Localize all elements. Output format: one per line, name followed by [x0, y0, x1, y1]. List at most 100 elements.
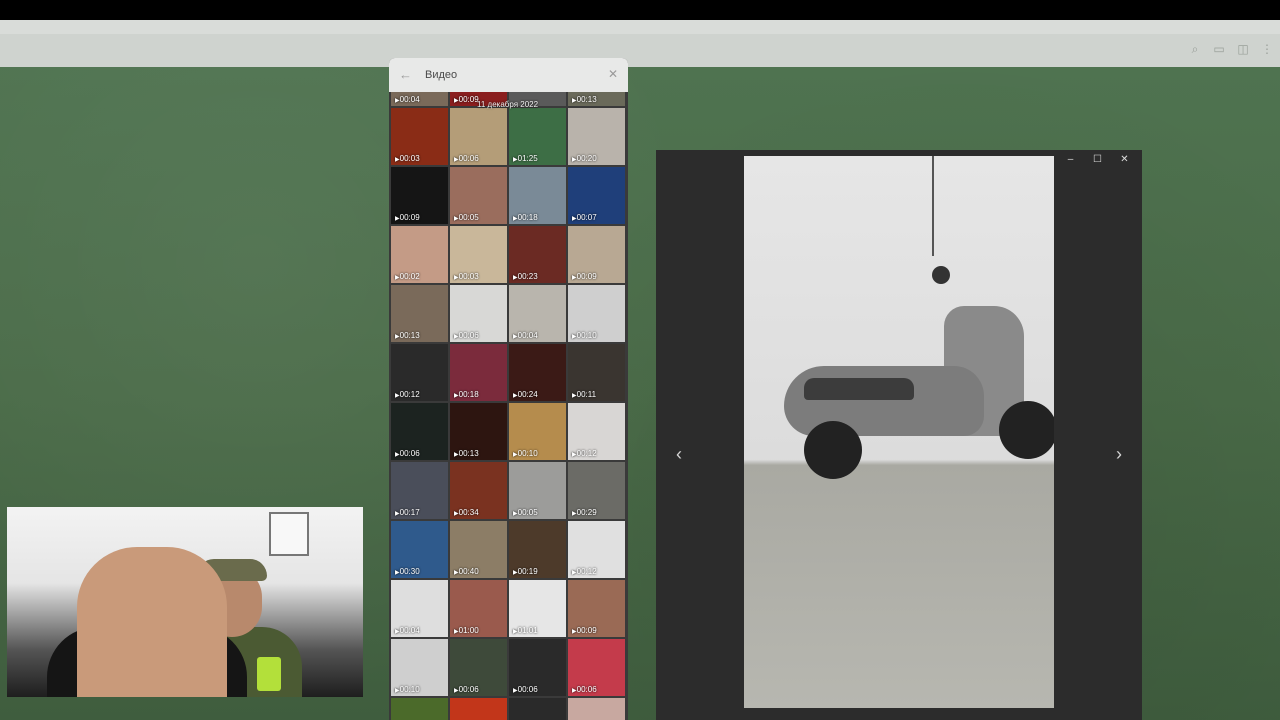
video-thumbnail[interactable]: 00:13	[450, 403, 507, 460]
person-left-face	[77, 547, 227, 697]
video-duration: 00:29	[572, 508, 597, 517]
video-thumbnail[interactable]: 00:40	[450, 521, 507, 578]
video-thumbnail[interactable]	[568, 698, 625, 720]
video-duration: 00:05	[513, 508, 538, 517]
comments-icon[interactable]: ▭	[1212, 42, 1226, 56]
video-thumbnail[interactable]: 00:17	[391, 462, 448, 519]
video-thumbnail[interactable]: 00:12	[391, 344, 448, 401]
window-title-strip	[0, 20, 1280, 34]
scooter-rear-wheel	[804, 421, 862, 479]
video-thumbnail[interactable]: 00:20	[568, 108, 625, 165]
video-duration: 01:25	[513, 154, 538, 163]
video-thumbnail[interactable]: 00:18	[509, 167, 566, 224]
video-thumbnail[interactable]: 00:06	[568, 639, 625, 696]
screen-top-bar	[0, 0, 1280, 20]
sidebar-icon[interactable]: ◫	[1236, 42, 1250, 56]
video-thumbnail[interactable]: 00:06	[450, 639, 507, 696]
video-thumbnail[interactable]	[450, 698, 507, 720]
video-thumbnail[interactable]: 00:04	[391, 92, 448, 106]
prev-arrow-icon[interactable]: ‹	[676, 444, 682, 465]
search-icon[interactable]: ⌕	[1188, 42, 1202, 56]
video-duration: 00:10	[513, 449, 538, 458]
video-thumbnail[interactable]: 00:29	[568, 462, 625, 519]
video-thumbnail[interactable]: 00:05	[450, 167, 507, 224]
video-thumbnail[interactable]: 01:25	[509, 108, 566, 165]
video-thumbnail[interactable]: 00:06	[391, 403, 448, 460]
video-thumbnail[interactable]: 00:09	[391, 167, 448, 224]
video-duration: 00:06	[572, 685, 597, 694]
video-duration: 00:09	[454, 95, 479, 104]
video-thumbnail[interactable]: 00:06	[509, 639, 566, 696]
video-thumbnail[interactable]: 00:12	[568, 521, 625, 578]
video-thumbnail[interactable]: 00:09	[568, 226, 625, 283]
video-duration: 01:00	[454, 626, 479, 635]
video-thumbnail[interactable]: 00:06	[450, 108, 507, 165]
video-duration: 00:06	[395, 449, 420, 458]
close-icon[interactable]: ✕	[608, 67, 618, 81]
viewer-window-controls: – ☐ ✕	[1057, 153, 1138, 167]
panel-header: ← Видео ✕	[389, 58, 628, 92]
video-duration: 00:09	[395, 213, 420, 222]
video-thumbnail[interactable]: 00:13	[391, 285, 448, 342]
video-duration: 00:12	[572, 567, 597, 576]
video-thumbnail[interactable]: 00:23	[509, 226, 566, 283]
video-grid: 00:04 00:09 00:13 00:03 00:06 01:25 00:20 00:09…	[391, 92, 627, 720]
scooter-body	[784, 366, 984, 436]
video-thumbnail[interactable]: 00:18	[450, 344, 507, 401]
video-thumbnail[interactable]: 01:00	[450, 580, 507, 637]
video-thumbnail[interactable]: 00:03	[391, 108, 448, 165]
video-duration: 00:18	[454, 390, 479, 399]
video-duration: 00:40	[454, 567, 479, 576]
video-duration: 00:19	[513, 567, 538, 576]
video-duration: 00:13	[395, 331, 420, 340]
video-duration: 00:11	[572, 390, 596, 399]
video-thumbnail[interactable]	[509, 698, 566, 720]
video-duration: 00:03	[454, 272, 479, 281]
video-thumbnail[interactable]	[391, 698, 448, 720]
video-duration: 00:09	[572, 272, 597, 281]
video-thumbnail[interactable]: 00:04	[509, 285, 566, 342]
video-thumbnail[interactable]: 00:24	[509, 344, 566, 401]
video-thumbnail[interactable]: 00:10	[568, 285, 625, 342]
video-thumbnail[interactable]: 00:06	[450, 285, 507, 342]
video-duration: 00:05	[454, 213, 479, 222]
video-duration: 00:30	[395, 567, 420, 576]
video-thumbnail[interactable]: 00:04	[391, 580, 448, 637]
video-thumbnail[interactable]: 00:30	[391, 521, 448, 578]
video-duration: 00:07	[572, 213, 597, 222]
video-duration: 00:10	[572, 331, 597, 340]
green-cup	[257, 657, 281, 691]
wall-cable	[932, 156, 934, 256]
video-duration: 00:13	[454, 449, 479, 458]
video-duration: 00:18	[513, 213, 538, 222]
webcam-overlay	[7, 507, 363, 697]
more-icon[interactable]: ⋮	[1260, 42, 1274, 56]
video-duration: 00:12	[572, 449, 597, 458]
back-arrow-icon[interactable]: ←	[399, 67, 412, 82]
scooter-front-wheel	[999, 401, 1054, 459]
chat-header	[0, 34, 1280, 67]
next-arrow-icon[interactable]: ›	[1116, 444, 1122, 465]
video-thumbnail[interactable]: 00:05	[509, 462, 566, 519]
video-thumbnail[interactable]: 00:13	[568, 92, 625, 106]
video-duration: 00:06	[454, 331, 479, 340]
scooter-photo	[744, 156, 1054, 708]
video-thumbnail[interactable]: 00:10	[509, 403, 566, 460]
video-duration: 00:17	[395, 508, 420, 517]
video-duration: 01:01	[513, 626, 538, 635]
video-duration: 00:13	[572, 95, 597, 104]
video-thumbnail[interactable]: 01:01	[509, 580, 566, 637]
video-thumbnail[interactable]: 00:09	[568, 580, 625, 637]
video-thumbnail[interactable]: 00:02	[391, 226, 448, 283]
video-thumbnail[interactable]: 00:10	[391, 639, 448, 696]
video-thumbnail[interactable]: 00:03	[450, 226, 507, 283]
minimize-button[interactable]: –	[1057, 153, 1084, 167]
video-thumbnail[interactable]: 00:11	[568, 344, 625, 401]
maximize-button[interactable]: ☐	[1084, 153, 1111, 167]
video-thumbnail[interactable]: 00:12	[568, 403, 625, 460]
close-button[interactable]: ✕	[1111, 153, 1138, 167]
video-thumbnail[interactable]: 00:34	[450, 462, 507, 519]
video-thumbnail[interactable]: 00:19	[509, 521, 566, 578]
video-thumbnail[interactable]: 00:07	[568, 167, 625, 224]
scooter-seat	[804, 378, 914, 400]
